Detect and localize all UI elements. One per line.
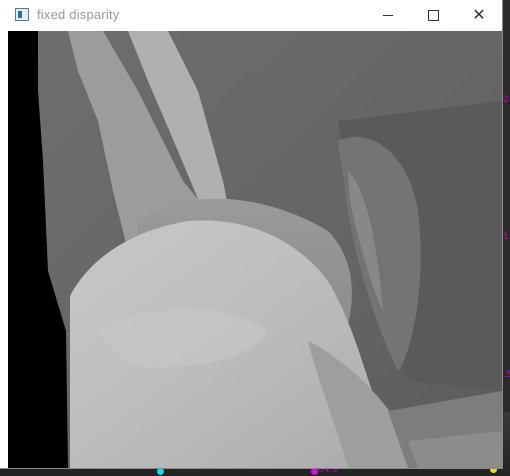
close-icon: ✕ bbox=[472, 6, 486, 24]
app-icon bbox=[15, 8, 29, 21]
title-bar[interactable]: fixed disparity ✕ bbox=[0, 0, 502, 31]
background-label: .5 bbox=[503, 370, 510, 380]
background-label: 1 bbox=[503, 232, 509, 242]
background-label: 24 bbox=[503, 95, 510, 105]
cyan-marker bbox=[157, 468, 164, 475]
disparity-window: fixed disparity ✕ bbox=[0, 0, 502, 468]
maximize-button[interactable] bbox=[410, 0, 456, 31]
maximize-icon bbox=[427, 10, 439, 21]
window-title: fixed disparity bbox=[37, 7, 120, 22]
minimize-button[interactable] bbox=[365, 0, 411, 31]
close-button[interactable]: ✕ bbox=[456, 0, 502, 31]
disparity-image bbox=[8, 31, 502, 468]
magenta-marker bbox=[311, 468, 318, 475]
minimize-icon bbox=[383, 15, 393, 16]
